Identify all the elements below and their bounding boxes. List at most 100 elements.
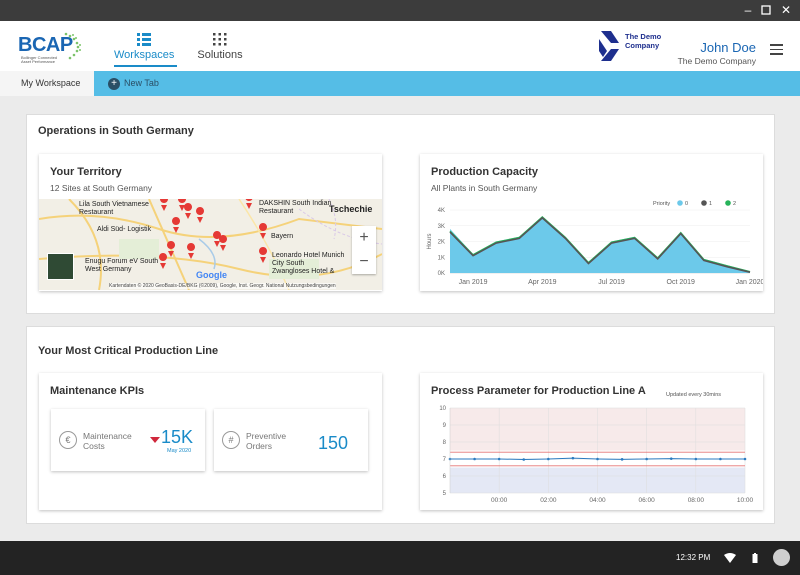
data-point: [719, 457, 722, 461]
territory-map[interactable]: Lila South Vietnamese Restaurant DAKSHIN…: [39, 199, 382, 290]
data-point: [547, 457, 550, 461]
tab-my-workspace[interactable]: My Workspace: [0, 71, 94, 96]
y-tick-label: 7: [443, 457, 447, 463]
x-tick-label: Oct 2019: [667, 279, 696, 286]
y-tick-label: 8: [443, 440, 447, 446]
x-tick-label: Apr 2019: [528, 279, 557, 286]
grid-icon: [213, 33, 227, 46]
capacity-chart[interactable]: 0K 1K 2K 3K 4K Hours Jan 2019 Apr 2019 Jul 2019 O…: [420, 154, 763, 291]
maintenance-card: Maintenance KPIs € Maintenance Costs 15K…: [39, 373, 382, 510]
y-tick-label: 9: [443, 423, 447, 429]
data-point: [620, 458, 624, 461]
y-tick-label: 1K: [438, 255, 445, 261]
section-title: Operations in South Germany: [38, 125, 194, 137]
zoom-in-button[interactable]: +: [352, 226, 376, 250]
new-tab-button[interactable]: + New Tab: [108, 77, 159, 90]
os-taskbar: 12:32 PM: [0, 541, 800, 575]
legend-marker: [725, 200, 731, 206]
map-label: Leonardo Hotel Munich City South: [272, 252, 345, 267]
legend-label: 2: [733, 201, 736, 207]
process-chart[interactable]: 5 6 7 8 9 10 00:00 02:00 04:00 06:00 08:00 10:00: [420, 373, 763, 510]
map-label: Lila South Vietnamese Restaurant: [79, 201, 149, 216]
data-point: [669, 457, 673, 460]
map-label: Tschechie: [329, 204, 373, 214]
workspaces-icon: [137, 33, 151, 46]
legend-marker: [677, 200, 683, 206]
nav-workspaces[interactable]: Workspaces: [114, 33, 174, 61]
nav-workspaces-label: Workspaces: [114, 49, 175, 61]
nav-solutions-label: Solutions: [197, 49, 243, 61]
map-credit: Kartendaten © 2020 GeoBasis-DE/BKG (©200…: [109, 283, 336, 289]
x-tick-label: 06:00: [639, 497, 656, 504]
legend-title: Priority: [653, 201, 670, 207]
series-0-area: [450, 216, 750, 273]
y-tick-label: 6: [443, 474, 447, 480]
new-tab-label: New Tab: [124, 78, 159, 88]
legend-label: 0: [685, 201, 688, 207]
section-title: Your Most Critical Production Line: [38, 345, 219, 357]
section-critical-line: Your Most Critical Production Line Maint…: [26, 326, 775, 524]
process-card: Process Parameter for Production Line A …: [420, 373, 763, 510]
y-tick-label: 5: [443, 491, 447, 497]
tab-my-workspace-label: My Workspace: [21, 78, 81, 88]
euro-icon: €: [59, 431, 77, 449]
map-label: Aldi Süd- Logistik: [97, 226, 152, 233]
card-subtitle: 12 Sites at South Germany: [50, 183, 153, 193]
close-icon[interactable]: ✕: [779, 3, 793, 17]
logo-subtitle: Bollinger Connected Asset Performance: [21, 55, 58, 64]
data-point: [596, 457, 599, 461]
card-title: Maintenance KPIs: [50, 385, 145, 397]
data-point: [645, 457, 648, 461]
x-tick-label: 08:00: [688, 497, 705, 504]
company-logo-icon: [599, 31, 619, 61]
user-company: The Demo Company: [677, 56, 756, 66]
map-satellite-toggle[interactable]: [47, 253, 74, 280]
company-logo-text: The Demo Company: [625, 32, 662, 50]
hash-icon: #: [222, 431, 240, 449]
map-label: Enugu Forum eV South West Germany: [85, 258, 159, 273]
zoom-out-button[interactable]: −: [352, 250, 376, 274]
data-point: [473, 457, 476, 461]
wifi-icon[interactable]: [724, 553, 736, 563]
window-titlebar: – ✕: [0, 0, 800, 21]
legend-label: 1: [709, 201, 712, 207]
user-avatar[interactable]: [773, 549, 790, 566]
y-tick-label: 2K: [438, 240, 445, 246]
x-tick-label: 04:00: [589, 497, 606, 504]
nav-solutions[interactable]: Solutions: [190, 33, 250, 61]
kpi-maintenance-costs[interactable]: € Maintenance Costs 15K May 2020: [51, 409, 205, 471]
capacity-card: Production Capacity All Plants in South …: [420, 154, 763, 291]
clock[interactable]: 12:32 PM: [676, 553, 710, 562]
x-tick-label: 10:00: [737, 497, 754, 504]
data-point: [743, 457, 747, 461]
y-tick-label: 3K: [438, 224, 445, 230]
kpi-value: 15K: [161, 427, 194, 447]
legend-marker: [701, 200, 707, 206]
company-logo: The Demo Company: [597, 29, 669, 63]
card-title: Your Territory: [50, 166, 122, 178]
map-label: Bayern: [271, 233, 294, 240]
user-name[interactable]: John Doe: [690, 40, 756, 55]
data-point: [522, 458, 526, 461]
bcap-logo[interactable]: BCAP Bollinger Connected Asset Performan…: [18, 29, 81, 65]
map-label: Zwangloses Hotel &: [272, 268, 335, 275]
data-point: [497, 457, 501, 461]
minimize-icon[interactable]: –: [741, 3, 755, 17]
section-operations: Operations in South Germany Your Territo…: [26, 114, 775, 314]
x-tick-label: Jan 2019: [459, 279, 488, 286]
x-tick-label: Jan 2020: [736, 279, 763, 286]
data-point: [571, 456, 575, 460]
plus-icon: +: [108, 77, 120, 90]
y-axis-label: Hours: [427, 233, 433, 249]
y-tick-label: 10: [439, 406, 446, 412]
x-tick-label: 00:00: [491, 497, 508, 504]
kpi-date: May 2020: [167, 448, 192, 454]
trend-down-icon: [150, 437, 160, 443]
hamburger-menu-icon[interactable]: [770, 44, 783, 55]
map-zoom-control: + −: [352, 226, 376, 274]
data-point: [694, 457, 698, 461]
battery-icon[interactable]: [752, 553, 758, 563]
kpi-preventive-orders[interactable]: # Preventive Orders 150: [214, 409, 368, 471]
maximize-icon[interactable]: [759, 3, 773, 17]
kpi-value: 150: [318, 433, 349, 453]
